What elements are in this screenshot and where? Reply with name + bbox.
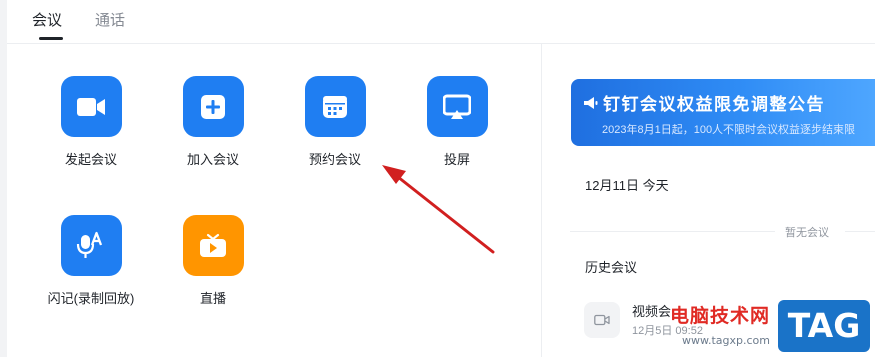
watermark-url: www.tagxp.com	[682, 334, 770, 347]
watermark-text: 电脑技术网	[670, 306, 771, 327]
watermark-logo: TAG	[778, 300, 870, 352]
